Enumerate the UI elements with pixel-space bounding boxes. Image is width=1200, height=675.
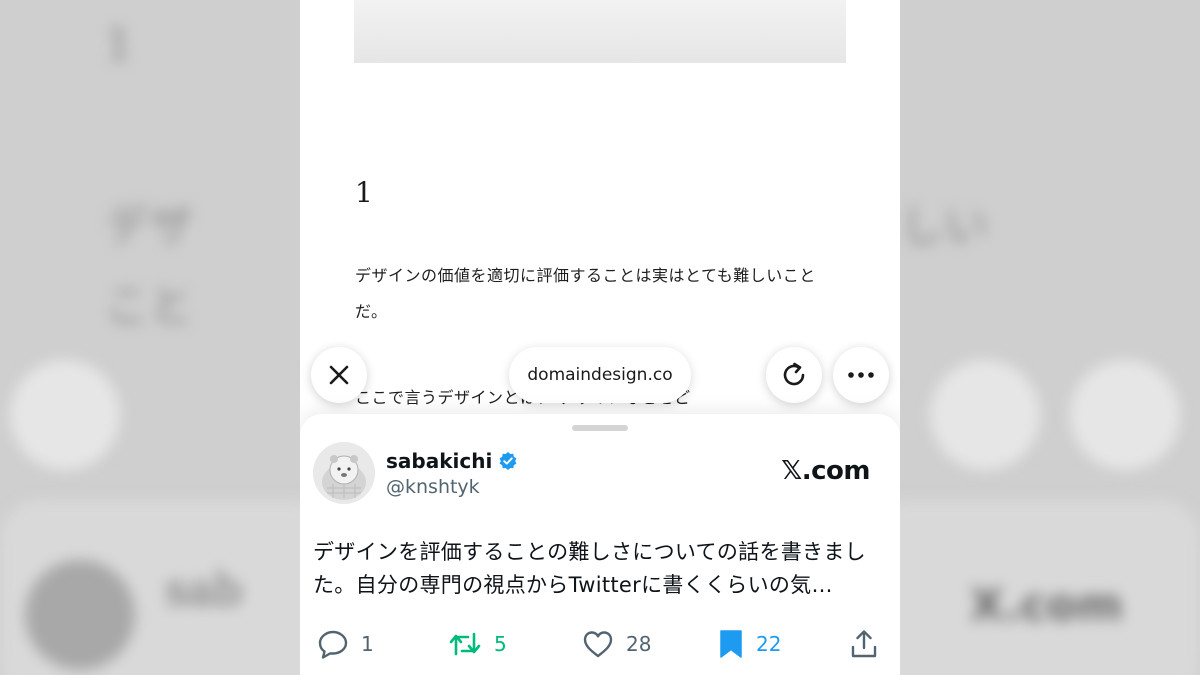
tweet-actions: 1 5 28 22	[300, 626, 900, 662]
bookmark-icon	[720, 630, 742, 658]
bookmark-button[interactable]: 22	[718, 626, 781, 662]
close-icon	[329, 365, 349, 385]
x-logo[interactable]: 𝕏.com	[781, 456, 870, 486]
display-name[interactable]: sabakichi	[386, 449, 492, 473]
tweet-text[interactable]: デザインを評価することの難しさについての話を書きました。自分の専門の視点からTw…	[313, 536, 887, 602]
reply-count: 1	[361, 632, 374, 656]
user-handle[interactable]: @knshtyk	[386, 476, 480, 498]
display-name-row[interactable]: sabakichi	[386, 449, 518, 473]
reload-button[interactable]	[766, 347, 822, 403]
retweet-icon	[449, 632, 481, 656]
heart-icon	[583, 631, 613, 658]
reply-icon	[318, 630, 348, 659]
retweet-button[interactable]: 5	[448, 626, 507, 662]
avatar[interactable]	[313, 442, 375, 504]
verified-badge-icon	[499, 452, 517, 470]
more-button[interactable]	[833, 347, 889, 403]
blurred-background-left: 1 デザ こと sab	[0, 0, 340, 675]
article-hero-image	[354, 0, 846, 63]
share-icon	[851, 630, 877, 658]
more-icon	[848, 372, 874, 378]
url-pill[interactable]: domaindesign.co	[509, 347, 691, 403]
like-button[interactable]: 28	[582, 626, 651, 662]
article-paragraph: デザインの価値を適切に評価することは実はとても難しいことだ。	[355, 266, 816, 321]
reply-button[interactable]: 1	[317, 626, 374, 662]
blurred-background-right: しい X.com	[860, 0, 1200, 675]
like-count: 28	[626, 632, 652, 656]
sheet-grabber[interactable]	[572, 425, 628, 431]
reload-icon	[783, 362, 805, 386]
article-section-number: 1	[355, 176, 373, 209]
bookmark-count: 22	[756, 632, 782, 656]
share-button[interactable]	[850, 626, 878, 662]
tweet-sheet: sabakichi @knshtyk 𝕏.com デザインを評価することの難しさ…	[300, 414, 900, 675]
close-button[interactable]	[311, 347, 367, 403]
phone-screen: 1 デザインの価値を適切に評価することは実はとても難しいことだ。 ここで言うデザ…	[300, 0, 900, 675]
retweet-count: 5	[494, 632, 507, 656]
